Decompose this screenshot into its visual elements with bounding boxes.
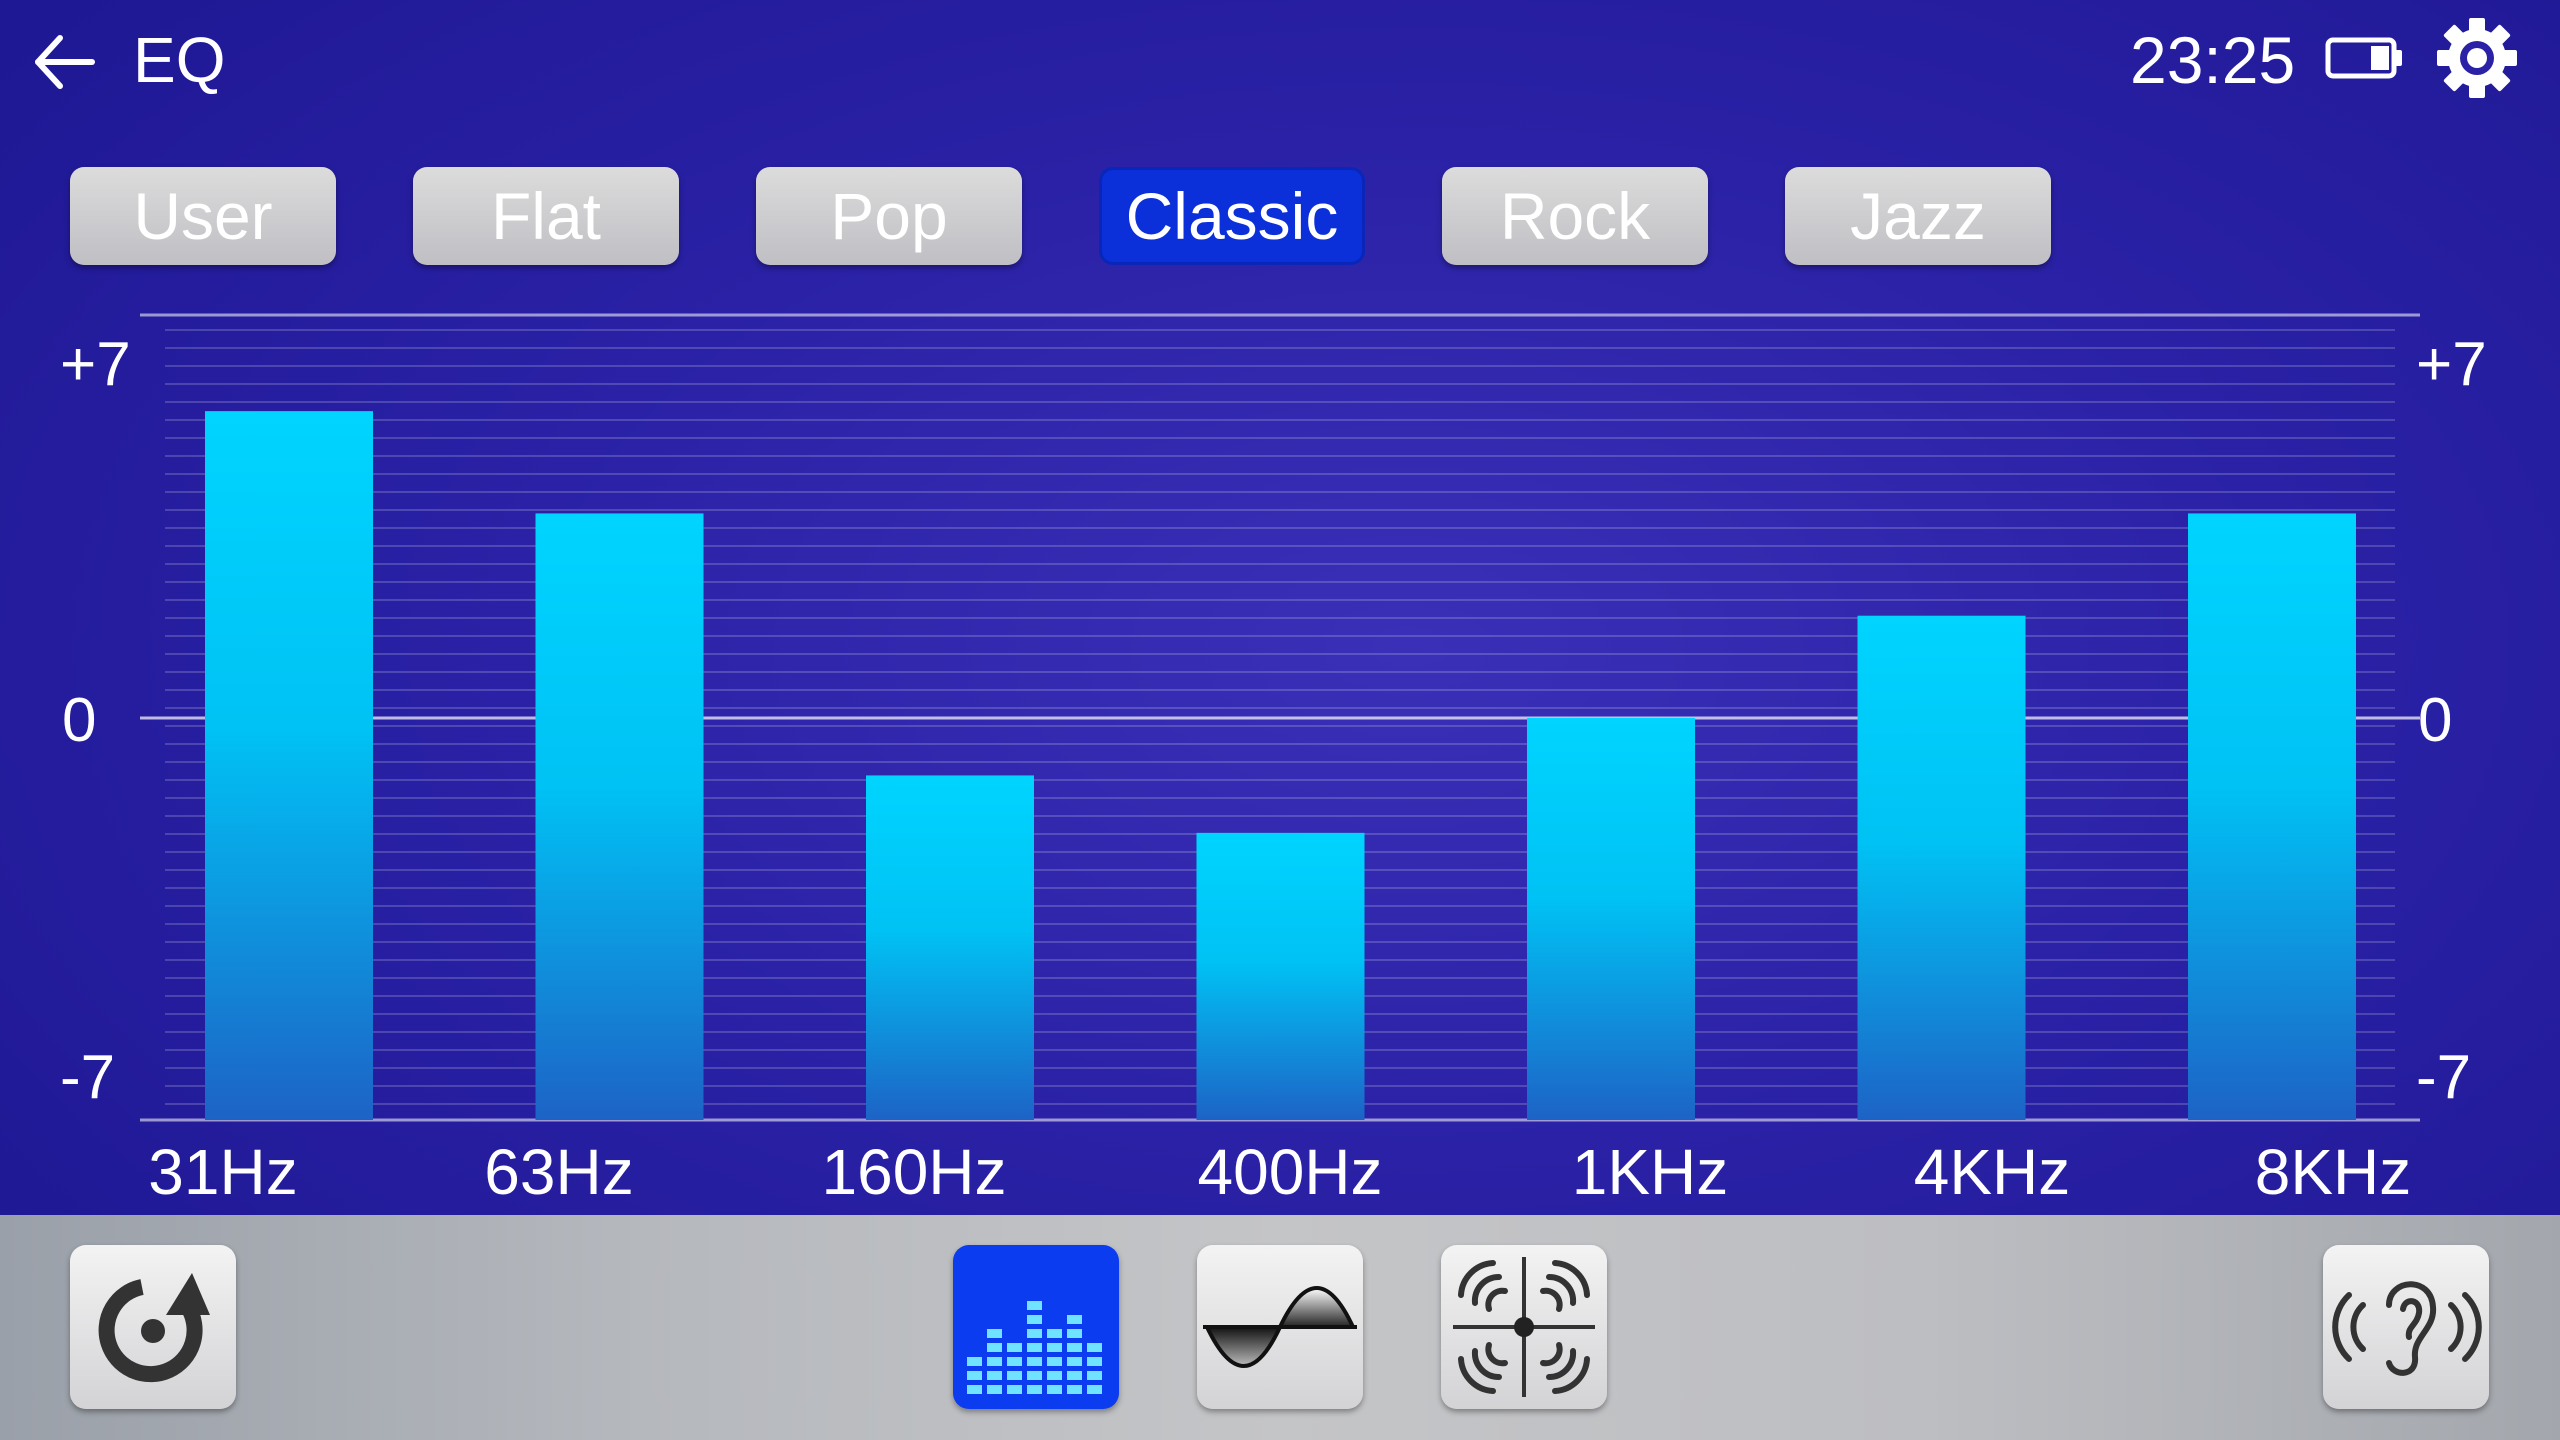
eq-icon-segment bbox=[1067, 1385, 1082, 1394]
equalizer-bars-icon bbox=[967, 1301, 1102, 1394]
eq-icon-segment bbox=[1027, 1385, 1042, 1394]
y-tick-min-right: -7 bbox=[2416, 1043, 2472, 1112]
eq-icon-segment bbox=[987, 1329, 1002, 1338]
eq-icon-segment bbox=[987, 1371, 1002, 1380]
eq-icon-segment bbox=[1027, 1315, 1042, 1324]
eq-icon-segment bbox=[1007, 1385, 1022, 1394]
sine-wave-icon bbox=[1203, 1286, 1357, 1368]
eq-chart bbox=[140, 313, 2420, 1122]
eq-icon-segment bbox=[1047, 1357, 1062, 1366]
eq-icon-segment bbox=[1027, 1371, 1042, 1380]
eq-icon-segment bbox=[1007, 1343, 1022, 1352]
reset-rotate-icon bbox=[98, 1273, 210, 1383]
eq-bar-1khz[interactable] bbox=[1527, 718, 1695, 1120]
eq-icon-segment bbox=[1087, 1385, 1102, 1394]
eq-icon-segment bbox=[1007, 1371, 1022, 1380]
eq-icon-segment bbox=[1027, 1301, 1042, 1310]
freq-label-160hz: 160Hz bbox=[821, 1136, 1007, 1208]
freq-label-63hz: 63Hz bbox=[484, 1136, 634, 1208]
y-tick-zero-right: 0 bbox=[2418, 686, 2453, 755]
eq-icon-segment bbox=[1067, 1343, 1082, 1352]
eq-icon-segment bbox=[1047, 1385, 1062, 1394]
eq-icon-segment bbox=[1047, 1329, 1062, 1338]
eq-icon-segment bbox=[1027, 1343, 1042, 1352]
freq-label-31hz: 31Hz bbox=[148, 1136, 298, 1208]
eq-icon-segment bbox=[1007, 1357, 1022, 1366]
eq-icon-segment bbox=[1027, 1329, 1042, 1338]
eq-icon-segment bbox=[987, 1343, 1002, 1352]
eq-icon-segment bbox=[1087, 1357, 1102, 1366]
reset-button[interactable] bbox=[70, 1245, 236, 1409]
eq-icon-segment bbox=[1067, 1329, 1082, 1338]
eq-icon-segment bbox=[967, 1385, 982, 1394]
eq-icon-segment bbox=[1067, 1371, 1082, 1380]
sound-field-balance-icon bbox=[1453, 1257, 1595, 1397]
y-tick-max-left: +7 bbox=[60, 330, 131, 399]
eq-screen: EQ 23:25 User Flat Pop Classic Rock Jazz… bbox=[0, 0, 2560, 1440]
bass-curve-button[interactable] bbox=[1197, 1245, 1363, 1409]
freq-label-400hz: 400Hz bbox=[1197, 1136, 1383, 1208]
freq-label-1khz: 1KHz bbox=[1571, 1136, 1729, 1208]
freq-label-4khz: 4KHz bbox=[1913, 1136, 2071, 1208]
eq-icon-segment bbox=[1067, 1315, 1082, 1324]
eq-bar-4khz[interactable] bbox=[1857, 615, 2026, 1120]
eq-bar-63hz[interactable] bbox=[535, 513, 704, 1120]
eq-icon-segment bbox=[1047, 1371, 1062, 1380]
eq-bar-400hz[interactable] bbox=[1196, 832, 1365, 1120]
eq-icon-segment bbox=[987, 1385, 1002, 1394]
eq-icon-segment bbox=[987, 1357, 1002, 1366]
y-tick-max-right: +7 bbox=[2416, 330, 2487, 399]
freq-label-8khz: 8KHz bbox=[2254, 1136, 2412, 1208]
eq-icon-segment bbox=[1067, 1357, 1082, 1366]
sound-field-button[interactable] bbox=[1441, 1245, 1607, 1409]
ear-sound-icon bbox=[2332, 1281, 2482, 1376]
eq-icon-segment bbox=[1087, 1371, 1102, 1380]
y-tick-min-left: -7 bbox=[60, 1043, 116, 1112]
eq-icon-segment bbox=[1047, 1343, 1062, 1352]
equalizer-button[interactable] bbox=[953, 1245, 1119, 1409]
eq-icon-segment bbox=[967, 1371, 982, 1380]
eq-icon-segment bbox=[1087, 1343, 1102, 1352]
eq-bar-160hz[interactable] bbox=[866, 775, 1034, 1120]
loudness-button[interactable] bbox=[2323, 1245, 2489, 1409]
eq-icon-segment bbox=[967, 1357, 982, 1366]
eq-icon-segment bbox=[1027, 1357, 1042, 1366]
y-tick-zero-left: 0 bbox=[62, 686, 97, 755]
eq-bar-31hz[interactable] bbox=[205, 411, 373, 1121]
eq-bar-8khz[interactable] bbox=[2188, 513, 2356, 1120]
